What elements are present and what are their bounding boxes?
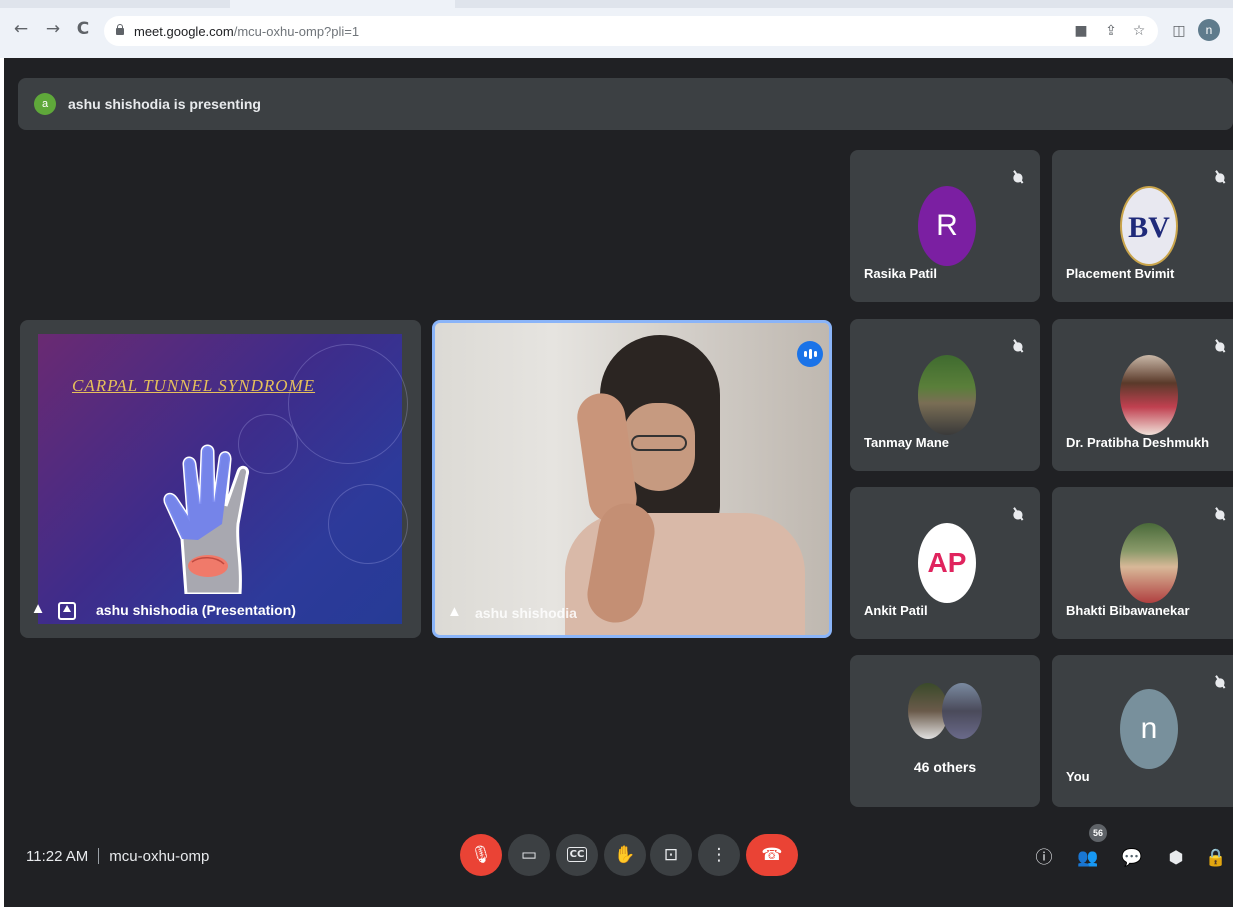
participant-tile[interactable]: ● BV Placement Bvimit — [1052, 150, 1233, 302]
captions-button[interactable]: CC — [556, 834, 598, 876]
active-tab[interactable] — [230, 0, 455, 8]
pin-icon[interactable]: ▲ — [30, 600, 46, 620]
avatar: R — [918, 186, 976, 266]
activities-icon[interactable]: ⬢ — [1164, 846, 1188, 870]
browser-toolbar: ← → C meet.google.com/mcu-oxhu-omp?pli=1… — [0, 0, 1233, 58]
mic-off-icon: ● — [1212, 337, 1228, 355]
participant-name: You — [1066, 769, 1090, 784]
mic-off-icon: ● — [1010, 168, 1026, 186]
meeting-details-icon[interactable]: ⓘ — [1032, 846, 1056, 870]
host-controls-icon[interactable]: 🔒 — [1204, 846, 1228, 870]
participant-tile[interactable]: ● AP Ankit Patil — [850, 487, 1040, 639]
participant-name: Placement Bvimit — [1066, 266, 1175, 281]
meeting-code: mcu-oxhu-omp — [109, 848, 210, 865]
presenting-text: ashu shishodia is presenting — [68, 96, 261, 112]
participant-tile[interactable]: ● Tanmay Mane — [850, 319, 1040, 471]
participant-tile[interactable]: ● Bhakti Bibawanekar — [1052, 487, 1233, 639]
presentation-label: ashu shishodia (Presentation) — [96, 602, 296, 618]
hand-illustration — [163, 444, 250, 594]
camera-in-use-icon[interactable]: ■ — [1072, 22, 1090, 40]
avatar: n — [1120, 689, 1178, 769]
mic-off-icon: ● — [1212, 505, 1228, 523]
url-text[interactable]: meet.google.com/mcu-oxhu-omp?pli=1 — [134, 24, 359, 39]
mic-off-icon: 🎙 — [470, 845, 492, 865]
chat-icon[interactable]: 💬 — [1120, 846, 1144, 870]
url-path: /mcu-oxhu-omp?pli=1 — [233, 24, 360, 39]
mic-off-icon: ● — [1212, 673, 1228, 691]
divider — [98, 848, 100, 864]
participant-tile[interactable]: ● Dr. Pratibha Deshmukh — [1052, 319, 1233, 471]
captions-icon: CC — [566, 847, 588, 862]
speaker-tile[interactable]: ▲ ashu shishodia — [432, 320, 832, 638]
profile-avatar[interactable]: n — [1198, 19, 1220, 41]
mic-off-icon: ● — [1010, 505, 1026, 523]
avatar: AP — [918, 523, 976, 603]
side-panel-icon[interactable]: ◫ — [1170, 22, 1188, 40]
participant-name: Rasika Patil — [864, 266, 937, 281]
camera-toggle-button[interactable]: ▭ — [508, 834, 550, 876]
avatar: BV — [1120, 186, 1178, 266]
leave-call-button[interactable]: ☎ — [746, 834, 798, 876]
present-screen-icon — [58, 602, 76, 620]
people-count-badge: 56 — [1089, 824, 1107, 842]
meet-main: a ashu shishodia is presenting CARPAL TU… — [4, 58, 1233, 907]
participant-name: Bhakti Bibawanekar — [1066, 603, 1190, 618]
others-label: 46 others — [913, 759, 977, 775]
forward-icon[interactable]: → — [42, 18, 64, 40]
speaker-name: ashu shishodia — [475, 605, 577, 621]
back-icon[interactable]: ← — [10, 18, 32, 40]
mic-off-icon: ● — [1010, 337, 1026, 355]
more-vert-icon: ⋮ — [710, 845, 728, 865]
lock-icon[interactable] — [116, 24, 124, 35]
meeting-time: 11:22 AM — [26, 848, 89, 865]
reload-icon[interactable]: C — [72, 18, 94, 40]
call-end-icon: ☎ — [761, 845, 783, 865]
presentation-slide: CARPAL TUNNEL SYNDROME — [38, 334, 408, 624]
speaking-indicator-icon — [797, 341, 823, 367]
avatar — [1120, 355, 1178, 435]
participant-tile[interactable]: ● R Rasika Patil — [850, 150, 1040, 302]
avatar — [942, 683, 982, 739]
more-options-button[interactable]: ⋮ — [698, 834, 740, 876]
others-avatars — [908, 683, 988, 739]
hand-icon: ✋ — [614, 845, 636, 865]
others-tile[interactable]: 46 others — [850, 655, 1040, 807]
people-icon[interactable]: 👥 — [1076, 846, 1100, 870]
presentation-tile[interactable]: CARPAL TUNNEL SYNDROME ▲ ashu shishodia … — [20, 320, 421, 638]
tab-strip — [0, 0, 1233, 8]
avatar — [1120, 523, 1178, 603]
mic-toggle-button[interactable]: 🎙 — [460, 834, 502, 876]
url-host: meet.google.com — [134, 24, 234, 39]
camera-icon: ▭ — [520, 845, 538, 865]
avatar — [918, 355, 976, 435]
participant-name: Dr. Pratibha Deshmukh — [1066, 435, 1210, 450]
address-bar[interactable]: meet.google.com/mcu-oxhu-omp?pli=1 ■ ⇪ ☆ — [104, 16, 1158, 46]
present-icon: ⊡ — [663, 845, 679, 865]
participant-name: Ankit Patil — [864, 603, 928, 618]
slide-decoration — [288, 344, 408, 464]
present-now-button[interactable]: ⊡ — [650, 834, 692, 876]
slide-decoration — [328, 484, 408, 564]
presenting-banner: a ashu shishodia is presenting — [18, 78, 1233, 130]
bookmark-star-icon[interactable]: ☆ — [1130, 22, 1148, 40]
pin-icon[interactable]: ▲ — [447, 603, 462, 620]
presenter-avatar: a — [34, 93, 56, 115]
share-icon[interactable]: ⇪ — [1102, 22, 1120, 40]
self-tile[interactable]: ● n You — [1052, 655, 1233, 807]
speaker-figure — [631, 435, 687, 451]
raise-hand-button[interactable]: ✋ — [604, 834, 646, 876]
slide-title: CARPAL TUNNEL SYNDROME — [72, 376, 316, 395]
meeting-info: 11:22 AM mcu-oxhu-omp — [26, 848, 209, 865]
participant-name: Tanmay Mane — [864, 435, 950, 450]
mic-off-icon: ● — [1212, 168, 1228, 186]
